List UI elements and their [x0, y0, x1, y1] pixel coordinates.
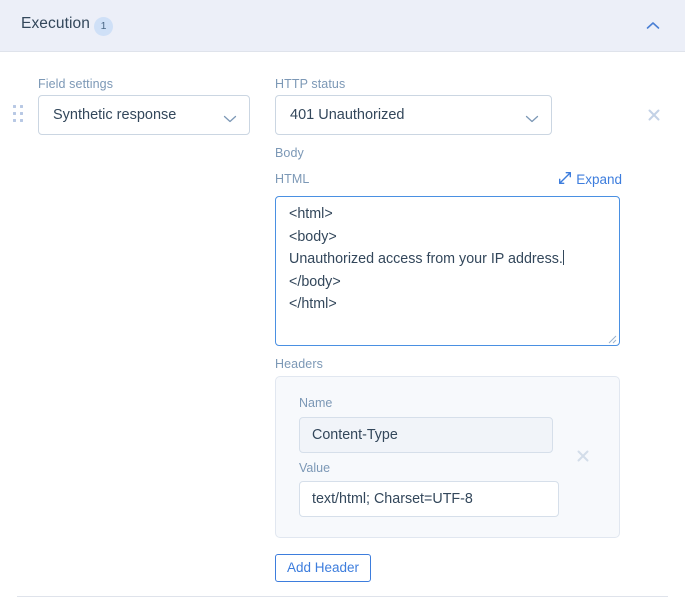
- execution-count-badge: 1: [94, 17, 113, 36]
- headers-label: Headers: [275, 357, 323, 371]
- body-format-label: HTML: [275, 172, 310, 186]
- chevron-down-icon: [525, 111, 539, 129]
- http-status-select[interactable]: 401 Unauthorized: [275, 95, 552, 135]
- execution-section-header[interactable]: Execution 1: [0, 0, 685, 52]
- drag-handle-icon[interactable]: [13, 105, 27, 125]
- header-name-label: Name: [299, 396, 333, 410]
- section-title: Execution: [21, 15, 90, 32]
- http-status-label: HTTP status: [275, 77, 346, 91]
- http-status-value: 401 Unauthorized: [290, 107, 405, 123]
- header-value-label: Value: [299, 461, 331, 475]
- header-name-input[interactable]: Content-Type: [299, 417, 553, 453]
- expand-diagonal-arrows-icon: [558, 171, 572, 188]
- body-html-content: <html> <body> Unauthorized access from y…: [289, 203, 609, 316]
- section-divider: [17, 596, 668, 597]
- expand-body-button[interactable]: Expand: [558, 171, 622, 188]
- code-line: Unauthorized access from your IP address…: [289, 251, 563, 268]
- remove-execution-button[interactable]: [646, 107, 662, 123]
- header-row-panel: Name Content-Type Value text/html; Chars…: [275, 376, 620, 538]
- field-settings-label: Field settings: [38, 77, 114, 91]
- remove-header-button[interactable]: [575, 448, 591, 464]
- code-line: <body>: [289, 228, 337, 245]
- resize-grip-icon[interactable]: [605, 331, 617, 344]
- add-header-button[interactable]: Add Header: [275, 554, 372, 582]
- text-caret: [562, 250, 564, 266]
- field-settings-value: Synthetic response: [53, 107, 177, 123]
- body-html-textarea[interactable]: <html> <body> Unauthorized access from y…: [275, 196, 620, 346]
- body-label: Body: [275, 146, 304, 160]
- code-line: <html>: [289, 206, 333, 222]
- code-line: </html>: [289, 296, 337, 313]
- header-value-input[interactable]: text/html; Charset=UTF-8: [299, 481, 559, 517]
- chevron-up-icon[interactable]: [642, 15, 664, 37]
- expand-label: Expand: [576, 172, 622, 188]
- field-settings-select[interactable]: Synthetic response: [38, 95, 250, 135]
- chevron-down-icon: [223, 111, 237, 129]
- code-line: </body>: [289, 273, 341, 290]
